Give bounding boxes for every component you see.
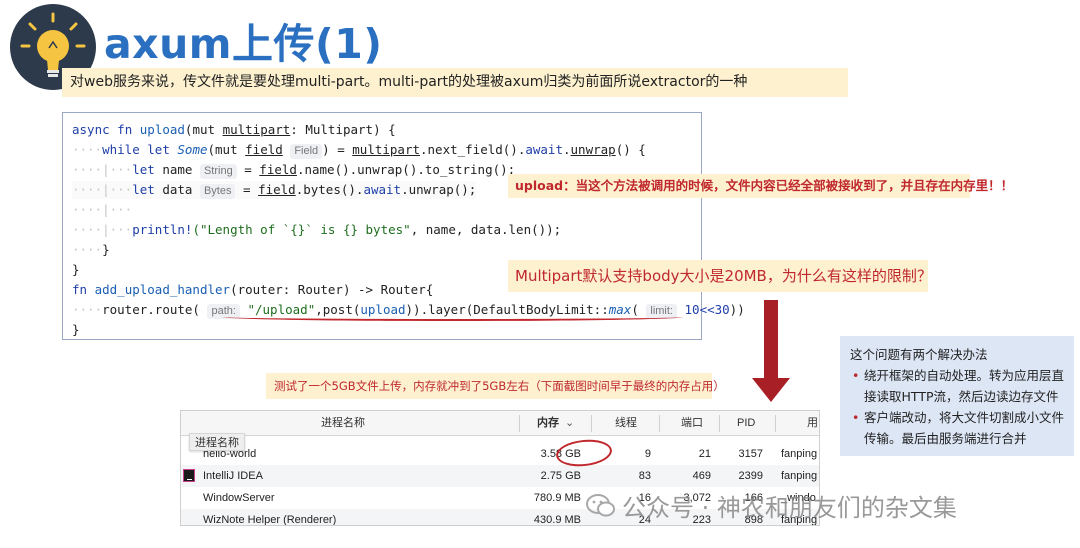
intellij-app-icon [183,469,195,482]
process-name: WizNote Helper (Renderer) [203,514,337,526]
code-token: } [72,262,80,277]
table-row[interactable]: IntelliJ IDEA 2.75 GB 83 469 2399 fanpin… [181,465,819,487]
down-arrow-head-icon [752,378,790,402]
code-token: multipart [352,142,420,157]
process-user: fanping [781,470,818,482]
code-token: } [72,322,80,337]
upload-memory-note: upload：当这个方法被调用的时候，文件内容已经全部被接收到了，并且存在内存里… [508,174,1013,198]
code-token: add_upload_handler [94,282,231,297]
process-ports: 21 [698,448,711,460]
code-line-6: ····|···println!("Length of `{}` is {} b… [72,222,562,237]
sort-desc-icon[interactable]: ⌄ [565,411,574,436]
body-limit-question: Multipart默认支持body大小是20MB，为什么有这样的限制？ [508,260,932,292]
code-token: while [102,142,140,157]
process-name: IntelliJ IDEA [203,470,263,482]
code-line-9: fn add_upload_handler(router: Router) ->… [72,281,433,299]
code-token: )) [729,302,745,317]
code-token: . [563,142,571,157]
code-token: ) = [322,142,353,157]
code-token: (mut [207,142,246,157]
col-header-memory[interactable]: 内存 [537,411,559,436]
down-arrow-icon [764,300,778,380]
table-row[interactable]: hello-world 3.58 GB 9 21 3157 fanping [181,443,819,465]
process-pid: 2399 [738,470,763,482]
code-token: multipart [222,122,291,137]
code-line-7: ····} [72,242,110,257]
process-memory: 780.9 MB [533,492,581,504]
code-line-4: ····|···let data Bytes = field.bytes().a… [72,181,477,199]
code-token: : Multipart) { [290,122,396,137]
code-token: ("Length of `{}` is {} bytes" [192,222,411,237]
type-hint: Field [290,144,323,159]
wechat-icon [586,493,616,525]
solution-item-cont: 传输。最后由服务端进行合并 [864,431,1027,446]
code-token: (router: Router) -> Router{ [230,282,434,297]
code-token: data [154,182,193,197]
solution-item: 客户端改动，将大文件切割成小文件 [850,407,1064,428]
code-token: upload [139,122,185,137]
code-token: = [235,182,259,197]
code-token: Some [177,142,208,157]
code-token: .name().unwrap().to_string(); [296,162,516,177]
col-header-threads[interactable]: 线程 [615,411,637,436]
code-line-5: ····|··· [72,202,133,217]
code-token: await [525,142,563,157]
subtitle-banner: 对web服务来说，传文件就是要处理multi-part。multi-part的处… [62,68,848,97]
type-hint: Bytes [199,184,236,199]
code-token: let [132,182,155,197]
code-token: field [245,142,283,157]
table-header: 进程名称 内存 ⌄ 线程 端口 PID 用 [181,411,819,436]
code-token: let [147,142,170,157]
code-token: println! [132,222,193,237]
code-token: let [132,162,155,177]
code-token: async [72,122,110,137]
watermark-text: 公众号 · 神农和朋友们的杂文集 [622,494,957,522]
solution-heading: 这个问题有两个解决办法 [850,347,988,362]
col-header-user[interactable]: 用 [807,411,818,436]
solution-box: 这个问题有两个解决办法 绕开框架的自动处理。转为应用层直 接读取HTTP流，然后… [840,336,1074,456]
solution-item: 绕开框架的自动处理。转为应用层直 [850,365,1064,386]
code-token: (mut [184,122,223,137]
code-line-11: } [72,321,80,339]
process-memory: 430.9 MB [533,514,581,526]
col-header-ports[interactable]: 端口 [681,411,703,436]
test-caption: 测试了一个5GB文件上传，内存就冲到了5GB左右（下面截图时间早于最终的内存占用… [266,373,725,399]
code-token: .next_field(). [420,142,526,157]
code-token: fn [72,282,88,297]
col-header-pid[interactable]: PID [737,411,755,436]
code-line-1: async fn upload(mut multipart: Multipart… [72,121,396,139]
process-ports: 469 [692,470,711,482]
code-token: field [258,182,296,197]
code-token: unwrap [570,142,616,157]
solution-item-cont: 接读取HTTP流，然后边读边存文件 [864,389,1059,404]
process-name: WindowServer [203,492,275,504]
red-underline-annotation [223,313,683,321]
code-token: fn [117,122,133,137]
code-line-2: ····while let Some(mut field Field) = mu… [72,142,646,159]
process-pid: 3157 [738,448,763,460]
code-line-3: ····|···let name String = field.name().u… [72,162,516,179]
col-header-name[interactable]: 进程名称 [321,411,365,436]
code-token: } [102,242,110,257]
code-token: name [154,162,193,177]
code-token: .bytes(). [295,182,364,197]
type-hint: String [199,164,237,179]
code-token: router.route( [102,302,200,317]
column-tooltip: 进程名称 [189,433,245,451]
process-threads: 83 [638,470,651,482]
page-title: axum上传(1) [104,20,383,68]
code-token: , name, data.len()); [410,222,562,237]
code-token: 10<<30 [684,302,730,317]
code-token: await [363,182,402,197]
watermark: 公众号 · 神农和朋友们的杂文集 [586,488,957,525]
code-token: field [259,162,297,177]
code-line-8: } [72,261,80,279]
process-user: fanping [781,448,818,460]
code-token: = [236,162,260,177]
process-memory: 2.75 GB [540,470,581,482]
code-token: .unwrap(); [401,182,477,197]
code-panel: async fn upload(mut multipart: Multipart… [62,112,745,340]
code-token: () { [615,142,646,157]
